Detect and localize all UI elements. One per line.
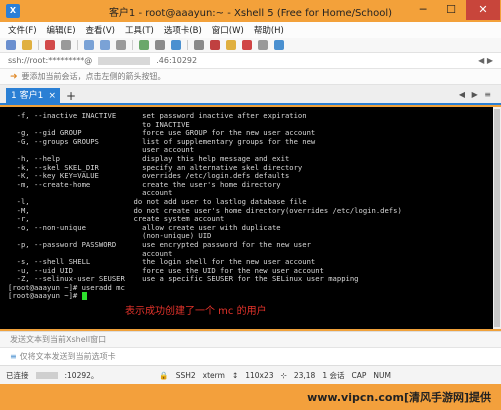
status-caps: CAP xyxy=(351,370,367,380)
address-suffix: .46:10292 xyxy=(156,56,198,65)
status-redacted-host xyxy=(35,371,58,379)
lock-icon: 🔒 xyxy=(159,370,169,380)
xftp-icon[interactable] xyxy=(210,40,220,50)
status-protocol: SSH2 xyxy=(175,370,196,380)
terminal-scrollbar[interactable] xyxy=(493,107,501,329)
toolbar-separator xyxy=(77,40,78,50)
status-bar: 已连接 :10292。 🔒 SSH2 xterm ↕ 110x23 ⊹ 23,1… xyxy=(0,365,501,384)
menu-tabs[interactable]: 选项卡(B) xyxy=(164,24,202,36)
arrow-icon[interactable]: ➜ xyxy=(10,72,18,82)
watermark-text: www.vipcn.com[清风手游网]提供 xyxy=(307,391,491,404)
menu-bar: 文件(F) 编辑(E) 查看(V) 工具(T) 选项卡(B) 窗口(W) 帮助(… xyxy=(0,22,501,38)
print-icon[interactable] xyxy=(194,40,204,50)
fullscreen-icon[interactable] xyxy=(258,40,268,50)
status-connected: 已连接 xyxy=(6,370,29,380)
title-bar[interactable]: X 客户1 - root@aaayun:~ - Xshell 5 (Free f… xyxy=(0,0,501,22)
address-nav-icon[interactable]: ◀ ▶ xyxy=(478,56,493,65)
tab-strip: 1 客户1 × + ◀ ▶ ≡ xyxy=(0,85,501,105)
close-button[interactable]: ✕ xyxy=(466,0,500,20)
menu-help[interactable]: 帮助(H) xyxy=(254,24,284,36)
toolbar-separator xyxy=(132,40,133,50)
status-position: 23,18 xyxy=(293,370,316,380)
help-icon[interactable] xyxy=(274,40,284,50)
tab-label: 1 客户1 xyxy=(11,91,44,101)
copy-icon[interactable] xyxy=(84,40,94,50)
tab-session-1[interactable]: 1 客户1 × xyxy=(6,88,60,105)
paste-icon[interactable] xyxy=(100,40,110,50)
hint-bar: ➜ 要添加当前会话，点击左侧的箭头按钮。 xyxy=(0,69,501,85)
menu-view[interactable]: 查看(V) xyxy=(86,24,115,36)
globe-icon[interactable] xyxy=(171,40,181,50)
terminal-size-icon: ↕ xyxy=(231,370,239,380)
status-terminal: xterm xyxy=(202,370,225,380)
status-port: :10292。 xyxy=(64,370,99,380)
xshell-window: X 客户1 - root@aaayun:~ - Xshell 5 (Free f… xyxy=(0,0,501,410)
maximize-button[interactable]: ☐ xyxy=(438,0,464,20)
tab-close-icon[interactable]: × xyxy=(48,88,56,105)
status-sessions: 1 会话 xyxy=(322,370,345,380)
menu-file[interactable]: 文件(F) xyxy=(8,24,37,36)
status-num: NUM xyxy=(373,370,391,380)
open-folder-icon[interactable] xyxy=(22,40,32,50)
add-tab-button[interactable]: + xyxy=(66,89,76,103)
find-icon[interactable] xyxy=(116,40,126,50)
menu-window[interactable]: 窗口(W) xyxy=(212,24,244,36)
new-session-icon[interactable] xyxy=(6,40,16,50)
cursor-position-icon: ⊹ xyxy=(280,370,287,380)
terminal-cursor xyxy=(81,292,87,301)
script-icon[interactable] xyxy=(242,40,252,50)
minimize-button[interactable]: ─ xyxy=(410,0,436,20)
scrollbar-thumb[interactable] xyxy=(494,109,500,327)
address-bar[interactable]: ssh://root:*********@ .46:10292 ◀ ▶ xyxy=(0,53,501,69)
toolbar-separator xyxy=(187,40,188,50)
status-size: 110x23 xyxy=(245,370,274,380)
address-redacted xyxy=(98,56,151,65)
toolbar-separator xyxy=(38,40,39,50)
compose-bar[interactable]: ≡ 仅将文本发送到当前选项卡 xyxy=(0,347,501,365)
compose-placeholder: 仅将文本发送到当前选项卡 xyxy=(19,352,116,361)
send-bar-text: 发送文本到当前Xshell窗口 xyxy=(10,335,107,344)
disconnect-icon[interactable] xyxy=(45,40,55,50)
properties-icon[interactable] xyxy=(61,40,71,50)
menu-tools[interactable]: 工具(T) xyxy=(125,24,154,36)
toolbar xyxy=(0,38,501,53)
hint-text: 要添加当前会话，点击左侧的箭头按钮。 xyxy=(21,72,166,81)
annotation-text: 表示成功创建了一个 mc 的用户 xyxy=(125,306,267,317)
lock-icon[interactable] xyxy=(226,40,236,50)
terminal-prompt: [root@aaayun ~]# xyxy=(8,291,82,301)
menu-edit[interactable]: 编辑(E) xyxy=(47,24,76,36)
address-prefix: ssh://root:*********@ xyxy=(8,56,93,65)
tab-nav-icon[interactable]: ◀ ▶ ≡ xyxy=(459,90,493,99)
terminal-prompt-line: [root@aaayun ~]# xyxy=(8,292,493,301)
terminal-output[interactable]: -f, --inactive INACTIVE set password ina… xyxy=(0,107,493,329)
send-bar[interactable]: 发送文本到当前Xshell窗口 xyxy=(0,331,501,347)
compose-icon: ≡ xyxy=(10,352,17,361)
color-scheme-icon[interactable] xyxy=(139,40,149,50)
font-icon[interactable] xyxy=(155,40,165,50)
